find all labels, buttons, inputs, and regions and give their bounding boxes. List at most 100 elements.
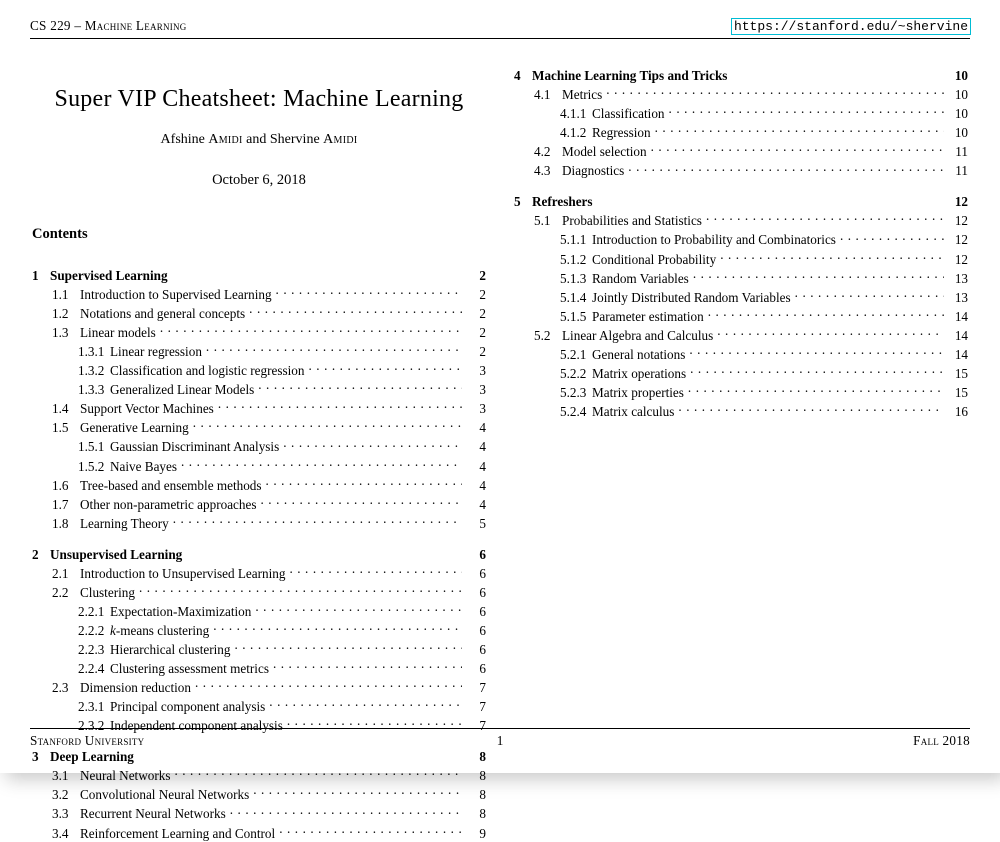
header-url[interactable]: https://stanford.edu/~shervine [732,19,970,34]
toc-entry-page: 5 [462,516,486,533]
toc-subsection[interactable]: 2.2.1Expectation-Maximization6 [32,603,486,621]
toc-entry-title: Linear models [80,325,158,342]
toc-chapter[interactable]: 3Deep Learning8 [32,749,486,766]
toc-subsection[interactable]: 2.3.1Principal component analysis7 [32,698,486,716]
toc-chapter-title: Refreshers [532,194,593,211]
toc-entry-title: Reinforcement Learning and Control [80,826,277,842]
toc-subsection[interactable]: 1.5.1Gaussian Discriminant Analysis4 [32,438,486,456]
toc-section[interactable]: 1.3Linear models2 [32,324,486,342]
toc-entry-page: 8 [462,768,486,785]
toc-section[interactable]: 2.3Dimension reduction7 [32,679,486,697]
toc-dots [171,515,462,528]
toc-entry-num: 5.1.3 [514,271,592,288]
toc-section[interactable]: 1.4Support Vector Machines3 [32,400,486,418]
toc-subsection[interactable]: 1.5.2Naive Bayes4 [32,457,486,475]
footer-bar: Stanford University 1 Fall 2018 [30,728,970,751]
toc-subsection[interactable]: 5.1.3Random Variables13 [514,269,968,287]
toc-dots [626,162,944,175]
toc-entry-title: Notations and general concepts [80,306,247,323]
toc-chapter-title: Unsupervised Learning [50,547,182,564]
toc-section[interactable]: 1.7Other non-parametric approaches4 [32,495,486,513]
toc-subsection[interactable]: 5.2.3Matrix properties15 [514,384,968,402]
toc-entry-num: 2.3.1 [32,699,110,716]
toc-section[interactable]: 3.3Recurrent Neural Networks8 [32,805,486,823]
toc-entry-page: 16 [944,404,968,421]
toc-subsection[interactable]: 4.1.2Regression10 [514,124,968,142]
toc-section[interactable]: 4.2Model selection11 [514,143,968,161]
toc-subsection[interactable]: 1.3.3Generalized Linear Models3 [32,381,486,399]
toc-chapter[interactable]: 4Machine Learning Tips and Tricks10 [514,68,968,85]
toc-chapter[interactable]: 5Refreshers12 [514,194,968,211]
toc-section[interactable]: 1.5Generative Learning4 [32,419,486,437]
toc-entry-title: Hierarchical clustering [110,642,232,659]
toc-subsection[interactable]: 5.1.5Parameter estimation14 [514,308,968,326]
toc-entry-num: 2.3 [32,680,80,697]
toc-subsection[interactable]: 1.3.1Linear regression2 [32,343,486,361]
toc-entry-page: 15 [944,366,968,383]
toc-entry-title: Generative Learning [80,420,191,437]
toc-entry-page: 11 [944,163,968,180]
toc-section[interactable]: 2.2Clustering6 [32,584,486,602]
toc-subsection[interactable]: 5.1.4Jointly Distributed Random Variable… [514,288,968,306]
toc-dots [267,698,462,711]
toc-entry-num: 4.3 [514,163,562,180]
footer-left: Stanford University [30,733,144,750]
toc-section[interactable]: 1.2Notations and general concepts2 [32,305,486,323]
toc-dots [287,565,462,578]
toc-section[interactable]: 2.1Introduction to Unsupervised Learning… [32,565,486,583]
toc-entry-page: 6 [462,642,486,659]
toc-entry-title: Matrix calculus [592,404,676,421]
toc-dots [256,381,462,394]
toc-subsection[interactable]: 4.1.1Classification10 [514,105,968,123]
toc-subsection[interactable]: 2.2.3Hierarchical clustering6 [32,641,486,659]
toc-section[interactable]: 3.2Convolutional Neural Networks8 [32,786,486,804]
toc-entry-page: 2 [462,306,486,323]
toc-entry-page: 6 [462,566,486,583]
toc-section[interactable]: 1.1Introduction to Supervised Learning2 [32,286,486,304]
toc-subsection[interactable]: 5.2.1General notations14 [514,346,968,364]
toc-section[interactable]: 1.8Learning Theory5 [32,515,486,533]
toc-chapter[interactable]: 1Supervised Learning2 [32,268,486,285]
header-bar: CS 229 – Machine Learning https://stanfo… [30,18,970,39]
toc-section[interactable]: 3.4Reinforcement Learning and Control9 [32,824,486,842]
toc-section[interactable]: 4.3Diagnostics11 [514,162,968,180]
toc-entry-page: 8 [462,806,486,823]
toc-dots [793,288,944,301]
toc-left: 1Supervised Learning21.1Introduction to … [32,268,486,842]
toc-entry-page: 12 [944,232,968,249]
toc-entry-title: Linear Algebra and Calculus [562,328,715,345]
toc-subsection[interactable]: 5.1.1Introduction to Probability and Com… [514,231,968,249]
toc-dots [718,250,944,263]
toc-section[interactable]: 4.1Metrics10 [514,86,968,104]
toc-entry-num: 5.1.4 [514,290,592,307]
toc-entry-page: 7 [462,699,486,716]
toc-subsection[interactable]: 5.2.4Matrix calculus16 [514,403,968,421]
toc-dots [691,269,944,282]
toc-subsection[interactable]: 2.2.2k-means clustering6 [32,622,486,640]
toc-entry-page: 2 [462,344,486,361]
toc-entry-page: 6 [462,623,486,640]
toc-entry-title: Matrix operations [592,366,688,383]
toc-section[interactable]: 3.1Neural Networks8 [32,767,486,785]
toc-dots [193,679,462,692]
toc-dots [228,805,462,818]
toc-dots [676,403,944,416]
toc-entry-page: 6 [462,585,486,602]
toc-entry-num: 1.6 [32,478,80,495]
toc-dots [653,124,944,137]
toc-entry-page: 4 [462,439,486,456]
toc-entry-num: 3.3 [32,806,80,823]
toc-entry-page: 6 [462,661,486,678]
toc-subsection[interactable]: 5.2.2Matrix operations15 [514,365,968,383]
toc-section[interactable]: 5.1Probabilities and Statistics12 [514,212,968,230]
toc-subsection[interactable]: 5.1.2Conditional Probability12 [514,250,968,268]
toc-section[interactable]: 5.2Linear Algebra and Calculus14 [514,327,968,345]
header-link[interactable]: https://stanford.edu/~shervine [732,18,970,36]
toc-chapter[interactable]: 2Unsupervised Learning6 [32,547,486,564]
toc-entry-num: 5.1.1 [514,232,592,249]
toc-entry-title: Naive Bayes [110,459,179,476]
toc-section[interactable]: 1.6Tree-based and ensemble methods4 [32,476,486,494]
toc-subsection[interactable]: 1.3.2Classification and logistic regress… [32,362,486,380]
toc-entry-title: Metrics [562,87,604,104]
toc-subsection[interactable]: 2.2.4Clustering assessment metrics6 [32,660,486,678]
